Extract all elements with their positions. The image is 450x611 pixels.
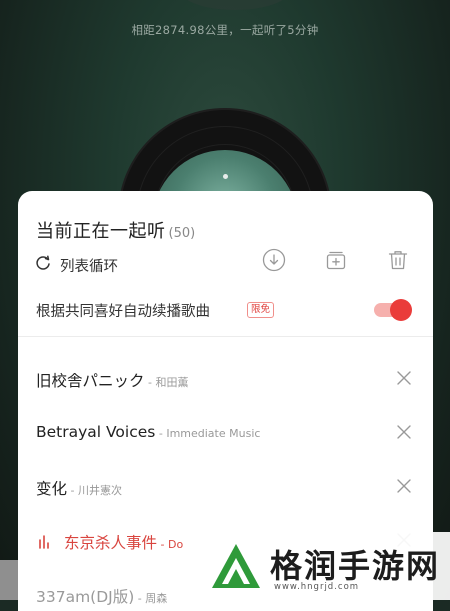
background-edge (0, 560, 18, 600)
song-count: (50) (168, 226, 196, 241)
song-artist: - 和田薫 (144, 376, 189, 389)
add-to-playlist-button[interactable] (323, 249, 349, 275)
divider (18, 336, 433, 337)
remove-song-button[interactable] (395, 369, 413, 387)
song-title-wrap: 337am(DJ版) - 周森 (36, 585, 167, 607)
song-title: 变化 (36, 480, 68, 498)
song-title-wrap: 东京杀人事件 - Do (64, 531, 183, 553)
toggle-knob (390, 299, 412, 321)
song-row[interactable]: Betrayal Voices - Immediate Music (18, 405, 433, 459)
download-icon (262, 248, 286, 276)
song-title: 337am(DJ版) (36, 588, 135, 606)
close-icon (397, 425, 411, 439)
song-row[interactable]: 旧校舎パニック - 和田薫 (18, 351, 433, 405)
distance-text: 相距2874.98公里，一起听了5分钟 (131, 23, 319, 37)
panel-title: 当前正在一起听 (36, 221, 166, 242)
remove-song-button[interactable] (395, 423, 413, 441)
song-title-wrap: Betrayal Voices - Immediate Music (36, 423, 260, 441)
panel-title-row: 当前正在一起听 (50) (36, 217, 195, 243)
panel-actions (261, 248, 411, 276)
add-to-playlist-icon (324, 248, 348, 276)
song-title-wrap: 旧校舎パニック - 和田薫 (36, 369, 188, 391)
watermark-url: www.hngrjd.com (274, 582, 360, 592)
panel-header: 当前正在一起听 (50) 列表循环 (18, 191, 433, 286)
watermark-logo-icon (206, 536, 266, 596)
autoplay-label: 根据共同喜好自动续播歌曲 (36, 304, 210, 320)
song-artist: - 川井憲次 (67, 484, 122, 497)
loop-icon (34, 254, 52, 276)
song-title: Betrayal Voices (36, 423, 156, 441)
song-title-wrap: 变化 - 川井憲次 (36, 477, 122, 499)
clear-list-button[interactable] (385, 249, 411, 275)
song-row[interactable]: 变化 - 川井憲次 (18, 459, 433, 513)
song-title: 东京杀人事件 (64, 534, 158, 552)
download-button[interactable] (261, 248, 287, 276)
play-mode-button[interactable]: 列表循环 (34, 254, 118, 276)
song-artist: - Immediate Music (155, 427, 261, 440)
close-icon (397, 479, 411, 493)
song-title: 旧校舎パニック (36, 372, 145, 390)
watermark: 格润手游网 www.hngrjd.com (204, 532, 450, 600)
play-mode-label: 列表循环 (60, 258, 118, 275)
watermark-text: 格润手游网 (270, 547, 441, 585)
autoplay-row: 根据共同喜好自动续播歌曲 限免 (18, 286, 433, 334)
now-playing-icon (38, 534, 50, 549)
page-indicator-dot (223, 174, 228, 179)
free-badge: 限免 (247, 302, 275, 318)
close-icon (397, 371, 411, 385)
song-artist: - 周森 (134, 592, 168, 605)
autoplay-toggle[interactable] (374, 299, 412, 321)
trash-icon (386, 248, 410, 276)
remove-song-button[interactable] (395, 477, 413, 495)
song-artist: - Do (157, 538, 184, 551)
